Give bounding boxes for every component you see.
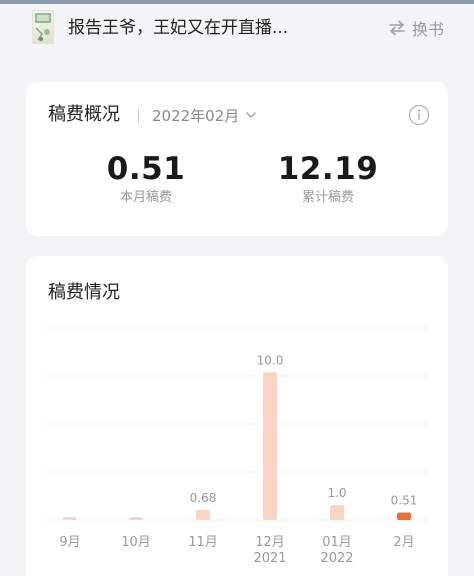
month-selector[interactable]: 2022年02月	[152, 104, 257, 126]
total-value: 12.19	[277, 151, 379, 187]
book-title: 报告王爷，王妃又在开直播...	[68, 18, 289, 38]
this-month-value: 0.51	[106, 151, 186, 187]
x-axis-tick-label: 12月	[255, 535, 285, 550]
chart-bar[interactable]	[397, 512, 411, 520]
x-axis-tick-label: 2021	[253, 551, 286, 566]
total-label: 累计稿费	[301, 190, 354, 205]
switch-book-label: 换书	[412, 20, 445, 39]
book-cover-thumbnail[interactable]	[32, 10, 54, 44]
x-axis-tick-label: 9月	[59, 535, 80, 550]
royalty-bar-chart: 9月 10月 0.68 11月 10.0 12月2021 1.0 01月2022 0.51 2月	[46, 327, 428, 566]
chevron-down-icon	[246, 112, 256, 118]
summary-title: 稿费概况	[48, 104, 120, 125]
royalty-summary-card: 稿费概况 2022年02月 0.51 本月稿费 12.19 累计稿费	[26, 82, 448, 236]
bar-value-label: 0.51	[391, 493, 418, 507]
x-axis-tick-label: 2月	[393, 535, 414, 550]
x-axis-tick-label: 2022	[320, 551, 353, 566]
chart-bar[interactable]	[63, 517, 77, 520]
chart-bar[interactable]	[330, 505, 344, 520]
info-icon[interactable]	[408, 104, 430, 126]
month-selector-value: 2022年02月	[152, 106, 240, 125]
switch-book-button[interactable]: 换书	[388, 16, 444, 40]
swap-arrows-icon	[389, 20, 405, 36]
chart-bar[interactable]	[129, 517, 143, 520]
chart-bar[interactable]	[263, 372, 277, 520]
this-month-stat: 0.51 本月稿费	[66, 152, 226, 206]
bar-value-label: 1.0	[327, 486, 346, 500]
x-axis-tick-label: 11月	[188, 535, 218, 550]
total-stat: 12.19 累计稿费	[248, 152, 408, 206]
header-bar: 报告王爷，王妃又在开直播... 换书	[0, 4, 474, 50]
title-divider	[138, 109, 139, 123]
x-axis-tick-label: 10月	[121, 535, 151, 550]
royalty-chart-card: 稿费情况 9月 10月 0.68 11月 10.0 12月 2021 1.0 01月 2022 0.…	[26, 256, 448, 576]
this-month-label: 本月稿费	[119, 190, 172, 205]
chart-bar[interactable]	[196, 509, 210, 520]
x-axis-tick-label: 01月	[322, 535, 352, 550]
bar-value-label: 10.0	[257, 353, 284, 367]
bar-value-label: 0.68	[190, 491, 217, 505]
